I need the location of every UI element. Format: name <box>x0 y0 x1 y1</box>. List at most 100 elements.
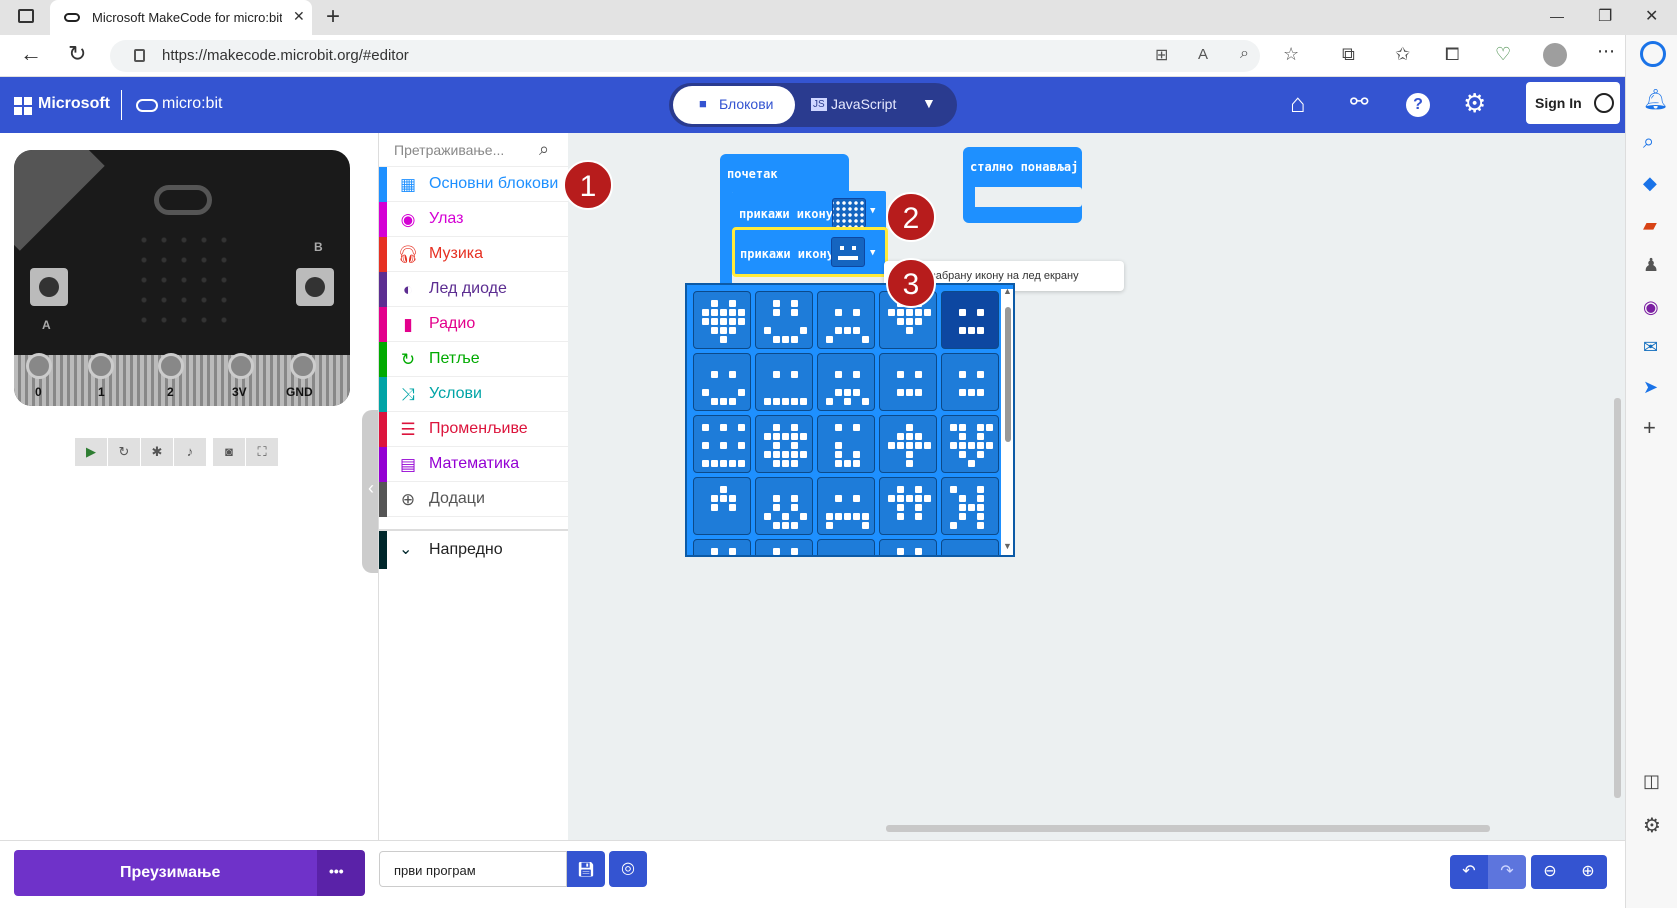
chevron-down-icon[interactable]: ▼ <box>922 95 936 111</box>
project-name-input[interactable]: први програм <box>379 851 567 887</box>
url-field[interactable]: https://makecode.microbit.org/#editor ⊞ … <box>110 40 1299 72</box>
pin-1[interactable] <box>88 353 114 379</box>
favorite-star-icon[interactable]: ☆ <box>1283 44 1299 65</box>
bell-icon[interactable]: 🔔︎ <box>1643 87 1668 112</box>
play-button[interactable]: ▶ <box>75 438 107 466</box>
minimize-button[interactable]: — <box>1550 8 1564 24</box>
dropdown-arrow-icon[interactable]: ▼ <box>870 248 875 258</box>
icon-option[interactable] <box>941 291 999 349</box>
category-5[interactable]: ▮ Радио <box>379 307 569 342</box>
tag-icon[interactable]: ◆ <box>1643 173 1657 194</box>
icon-option[interactable] <box>755 291 813 349</box>
icon-option[interactable] <box>817 539 875 555</box>
icon-option[interactable] <box>941 353 999 411</box>
icon-option[interactable] <box>693 291 751 349</box>
smile-icon-field[interactable] <box>831 237 865 267</box>
redo-button[interactable]: ↷ <box>1488 855 1526 889</box>
close-window-button[interactable]: ✕ <box>1645 6 1658 26</box>
tab-javascript[interactable]: JS JavaScript <box>809 86 919 124</box>
category-6[interactable]: ↻ Петље <box>379 342 569 377</box>
category-2[interactable]: ◉ Улаз <box>379 202 569 237</box>
category-7[interactable]: ⤨ Услови <box>379 377 569 412</box>
back-icon[interactable]: ← <box>20 41 42 67</box>
icon-option[interactable] <box>693 415 751 473</box>
add-sidebar-icon[interactable]: + <box>1643 415 1656 441</box>
scroll-thumb[interactable] <box>1005 307 1011 442</box>
button-a[interactable] <box>30 268 68 306</box>
icon-option[interactable] <box>941 477 999 535</box>
outlook-icon[interactable]: ✉ <box>1643 337 1658 358</box>
forever-block[interactable]: стално понављај <box>963 147 1082 223</box>
tab-blocks[interactable]: ■ Блокови <box>673 86 795 124</box>
category-4[interactable]: ◐ Лед диоде <box>379 272 569 307</box>
icon-option[interactable] <box>755 415 813 473</box>
search-icon[interactable]: ⌕ <box>539 139 549 160</box>
apps-icon[interactable]: ⊞ <box>1155 45 1168 65</box>
tab-close-icon[interactable]: ✕ <box>293 8 305 25</box>
screenshot-icon[interactable]: ◙ <box>213 438 245 466</box>
help-icon[interactable]: ? <box>1406 93 1430 117</box>
sign-in-button[interactable]: Sign In <box>1526 82 1620 124</box>
restart-button[interactable]: ↻ <box>108 438 140 466</box>
category-3[interactable]: 🎧︎ Музика <box>379 237 569 272</box>
fullscreen-icon[interactable]: ⛶ <box>246 438 278 466</box>
maximize-button[interactable]: ❐ <box>1598 6 1612 26</box>
on-start-block[interactable]: почетак <box>720 154 849 192</box>
scroll-down-icon[interactable]: ▼ <box>1003 541 1012 551</box>
icon-option[interactable] <box>879 353 937 411</box>
icon-option[interactable] <box>755 353 813 411</box>
workspace-vscroll[interactable] <box>1614 398 1621 798</box>
search-sidebar-icon[interactable]: ⌕ <box>1643 131 1654 154</box>
icon-option[interactable] <box>941 539 999 555</box>
show-icon-block-2[interactable]: прикажи икону ▼ <box>732 227 888 277</box>
gear-icon[interactable]: ⚙ <box>1463 88 1486 119</box>
toolbox-icon[interactable]: ▰ <box>1643 215 1657 236</box>
home-icon[interactable]: ⌂ <box>1290 88 1306 119</box>
icon-option[interactable] <box>755 477 813 535</box>
zoom-in-button[interactable]: ⊕ <box>1569 855 1607 889</box>
workspace-hscroll[interactable] <box>886 825 1490 832</box>
scroll-up-icon[interactable]: ▲ <box>1003 286 1012 296</box>
icon-option[interactable] <box>879 477 937 535</box>
icon-option[interactable] <box>817 415 875 473</box>
debug-icon[interactable]: ✱ <box>141 438 173 466</box>
icon-option[interactable] <box>879 539 937 555</box>
button-b[interactable] <box>296 268 334 306</box>
pin-2[interactable] <box>158 353 184 379</box>
split-view-icon[interactable]: ◫ <box>1643 771 1660 792</box>
favorites-icon[interactable]: ✩ <box>1395 44 1410 65</box>
sidebar-toggle-icon[interactable] <box>18 9 34 23</box>
refresh-icon[interactable]: ↻ <box>68 41 86 67</box>
icon-option[interactable] <box>693 539 751 555</box>
chess-icon[interactable]: ♟ <box>1643 255 1659 276</box>
icon-option[interactable] <box>879 415 937 473</box>
icon-option[interactable] <box>817 477 875 535</box>
picker-scrollbar[interactable]: ▲ ▼ <box>1001 286 1013 555</box>
sound-icon[interactable]: ♪ <box>174 438 206 466</box>
blocks-workspace[interactable]: почетак прикажи икону ▼ прикажи икону ▼ … <box>563 133 1625 840</box>
icon-option[interactable] <box>817 353 875 411</box>
more-menu-icon[interactable]: ⋯ <box>1597 41 1615 62</box>
zoom-icon[interactable]: ⌕ <box>1240 45 1249 63</box>
send-icon[interactable]: ➤ <box>1643 377 1658 398</box>
download-button[interactable]: Преузимање <box>14 850 317 896</box>
read-aloud-icon[interactable]: A <box>1198 46 1208 63</box>
icon-option[interactable] <box>693 477 751 535</box>
icon-option[interactable] <box>693 353 751 411</box>
undo-button[interactable]: ↶ <box>1450 855 1488 889</box>
office-icon[interactable]: ◉ <box>1643 297 1659 318</box>
pin-3v[interactable] <box>228 353 254 379</box>
category-10[interactable]: ⊕ Додаци <box>379 482 569 517</box>
advanced-category[interactable]: ⌄ Напредно <box>379 529 569 569</box>
heart-icon-field[interactable] <box>832 198 866 228</box>
pin-0[interactable] <box>26 353 52 379</box>
copilot-icon[interactable] <box>1640 41 1666 67</box>
github-button[interactable]: ◎ <box>609 851 647 887</box>
category-1[interactable]: ▦ Основни блокови <box>379 167 569 202</box>
pin-gnd[interactable] <box>290 353 316 379</box>
microsoft-brand[interactable]: Microsoft <box>38 95 110 113</box>
dropdown-arrow-icon[interactable]: ▼ <box>870 206 875 216</box>
microbit-brand[interactable]: micro:bit <box>162 95 222 113</box>
profile-avatar[interactable] <box>1543 43 1567 67</box>
save-button[interactable]: 💾︎ <box>567 851 605 887</box>
